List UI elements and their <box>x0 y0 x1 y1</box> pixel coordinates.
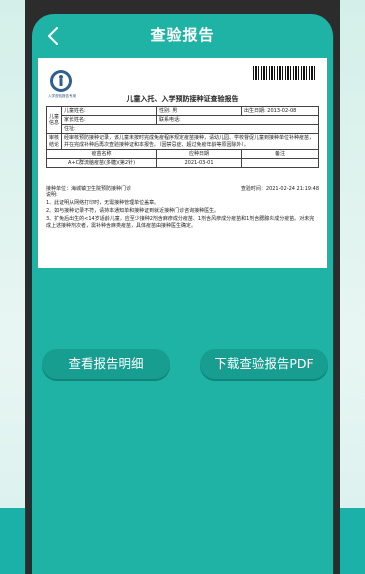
logo-icon <box>50 70 72 92</box>
app-screen: 查验报告 入学查验报告专用 儿童入托、入学预防接种证查验报告 儿童信息 儿童姓名… <box>32 14 333 574</box>
birth-field: 出生日期: 2013-02-08 <box>241 105 319 117</box>
view-detail-button[interactable]: 查看报告明细 <box>42 349 170 379</box>
nav-header: 查验报告 <box>32 14 333 58</box>
barcode <box>253 66 317 80</box>
conclusion-label: 审核结论 <box>46 133 62 150</box>
vaccine-name: A+C群流脑疫苗(多糖)(第2针) <box>46 157 157 169</box>
address-field: 住址: <box>61 124 319 135</box>
section-label: 儿童信息 <box>46 105 62 135</box>
report-meta: 接种单位：海城镇卫生院预防接种门诊 查验时间：2021-02-24 21:19:… <box>46 185 319 192</box>
note-item: 2、如与接种记录不符，请持本通知单和接种证到就近接种门诊咨询接种医生。 <box>46 208 220 214</box>
page-title: 查验报告 <box>150 26 215 44</box>
col-vaccine: 疫苗名称 <box>46 148 157 159</box>
notes: 说明: 1、此证明从网络打印时，无需接种管理单位盖章。 2、如与接种记录不符，请… <box>46 192 319 231</box>
name-field: 儿童姓名: <box>61 105 157 117</box>
vaccine-date: 2021-03-01 <box>156 157 242 169</box>
phone-field: 联系电话: <box>156 115 319 126</box>
table-row: A+C群流脑疫苗(多糖)(第2针) 2021-03-01 <box>46 157 319 169</box>
conclusion-text: 经审核预防接种记录，该儿童未按时完成免疫程序规定疫苗接种，请幼儿园、学校督促儿童… <box>61 133 319 150</box>
parent-field: 家长姓名: <box>61 115 157 126</box>
vaccine-note <box>241 157 319 169</box>
note-item: 1、此证明从网络打印时，无需接种管理单位盖章。 <box>46 200 160 206</box>
col-note: 备注 <box>241 148 319 159</box>
col-date: 应种日期 <box>156 148 242 159</box>
check-time: 查验时间：2021-02-24 21:19:48 <box>240 186 319 192</box>
download-pdf-button[interactable]: 下载查验报告PDF <box>200 349 328 379</box>
child-info-table: 儿童信息 儿童姓名: 性别: 男 出生日期: 2013-02-08 家长姓名: … <box>46 105 319 169</box>
note-item: 3、扩免后出生的<14岁适龄儿童，应至少接种2剂含麻疹成分疫苗、1剂含风疹成分疫… <box>46 216 315 229</box>
gender-field: 性别: 男 <box>156 105 242 117</box>
notes-title: 说明: <box>46 192 58 198</box>
report-document: 入学查验报告专用 儿童入托、入学预防接种证查验报告 儿童信息 儿童姓名: 性别:… <box>38 58 327 268</box>
report-title: 儿童入托、入学预防接种证查验报告 <box>126 95 239 103</box>
